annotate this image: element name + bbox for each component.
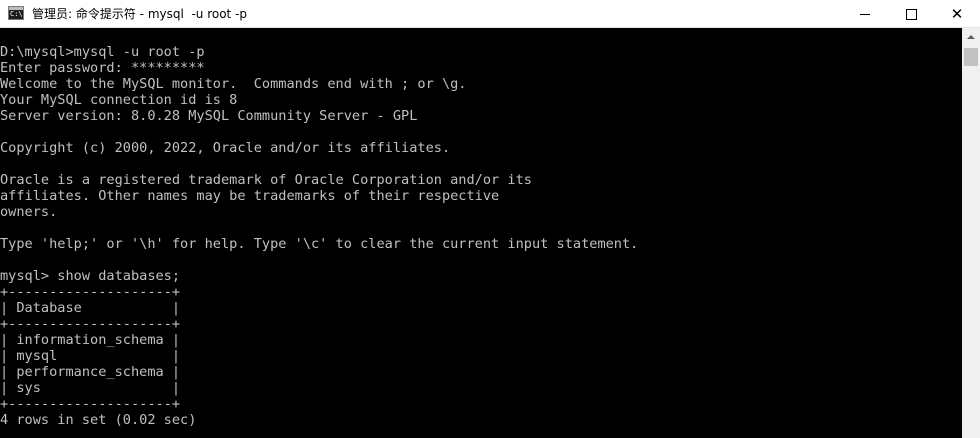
console-line: Oracle is a registered trademark of Orac…	[0, 172, 532, 188]
console-line: Enter password: *********	[0, 60, 205, 76]
console-line: Server version: 8.0.28 MySQL Community S…	[0, 108, 418, 124]
console-line: affiliates. Other names may be trademark…	[0, 188, 500, 204]
console-line: Welcome to the MySQL monitor. Commands e…	[0, 76, 467, 92]
console-line: Copyright (c) 2000, 2022, Oracle and/or …	[0, 140, 451, 156]
console-line: Type 'help;' or '\h' for help. Type '\c'…	[0, 236, 639, 252]
maximize-icon	[905, 8, 917, 20]
icon-glyph: C:\	[10, 10, 23, 18]
maximize-button[interactable]	[888, 0, 934, 28]
scrollbar-thumb[interactable]	[964, 48, 978, 66]
close-icon: ✕	[950, 5, 964, 23]
console-line: mysql> show databases;	[0, 268, 181, 284]
console-line: D:\mysql>mysql -u root -p	[0, 44, 205, 60]
vertical-scrollbar[interactable]	[962, 28, 980, 438]
console-text: D:\mysql>mysql -u root -p Enter password…	[0, 44, 962, 428]
close-button[interactable]: ✕	[934, 0, 980, 28]
console-line: | information_schema |	[0, 332, 181, 348]
console-line: +--------------------+	[0, 316, 181, 332]
command-prompt-window: C:\ 管理员: 命令提示符 - mysql -u root -p ✕ D:\m…	[0, 0, 980, 438]
console-output[interactable]: D:\mysql>mysql -u root -p Enter password…	[0, 44, 962, 438]
console-line: +--------------------+	[0, 284, 181, 300]
minimize-button[interactable]	[842, 0, 888, 28]
console-line: 4 rows in set (0.02 sec)	[0, 412, 197, 428]
minimize-icon	[860, 13, 870, 15]
scroll-up-button[interactable]	[962, 28, 980, 45]
console-line: | sys |	[0, 380, 181, 396]
arrow-up-icon	[967, 34, 975, 39]
console-line: | performance_schema |	[0, 364, 181, 380]
title-bar[interactable]: C:\ 管理员: 命令提示符 - mysql -u root -p ✕	[0, 0, 980, 28]
console-line: +--------------------+	[0, 396, 181, 412]
console-line: Your MySQL connection id is 8	[0, 92, 238, 108]
console-line: | Database |	[0, 300, 181, 316]
console-line: | mysql |	[0, 348, 181, 364]
console-line: owners.	[0, 204, 58, 220]
cmd-app-icon[interactable]: C:\	[8, 6, 24, 20]
window-title: 管理员: 命令提示符 - mysql -u root -p	[32, 7, 248, 21]
